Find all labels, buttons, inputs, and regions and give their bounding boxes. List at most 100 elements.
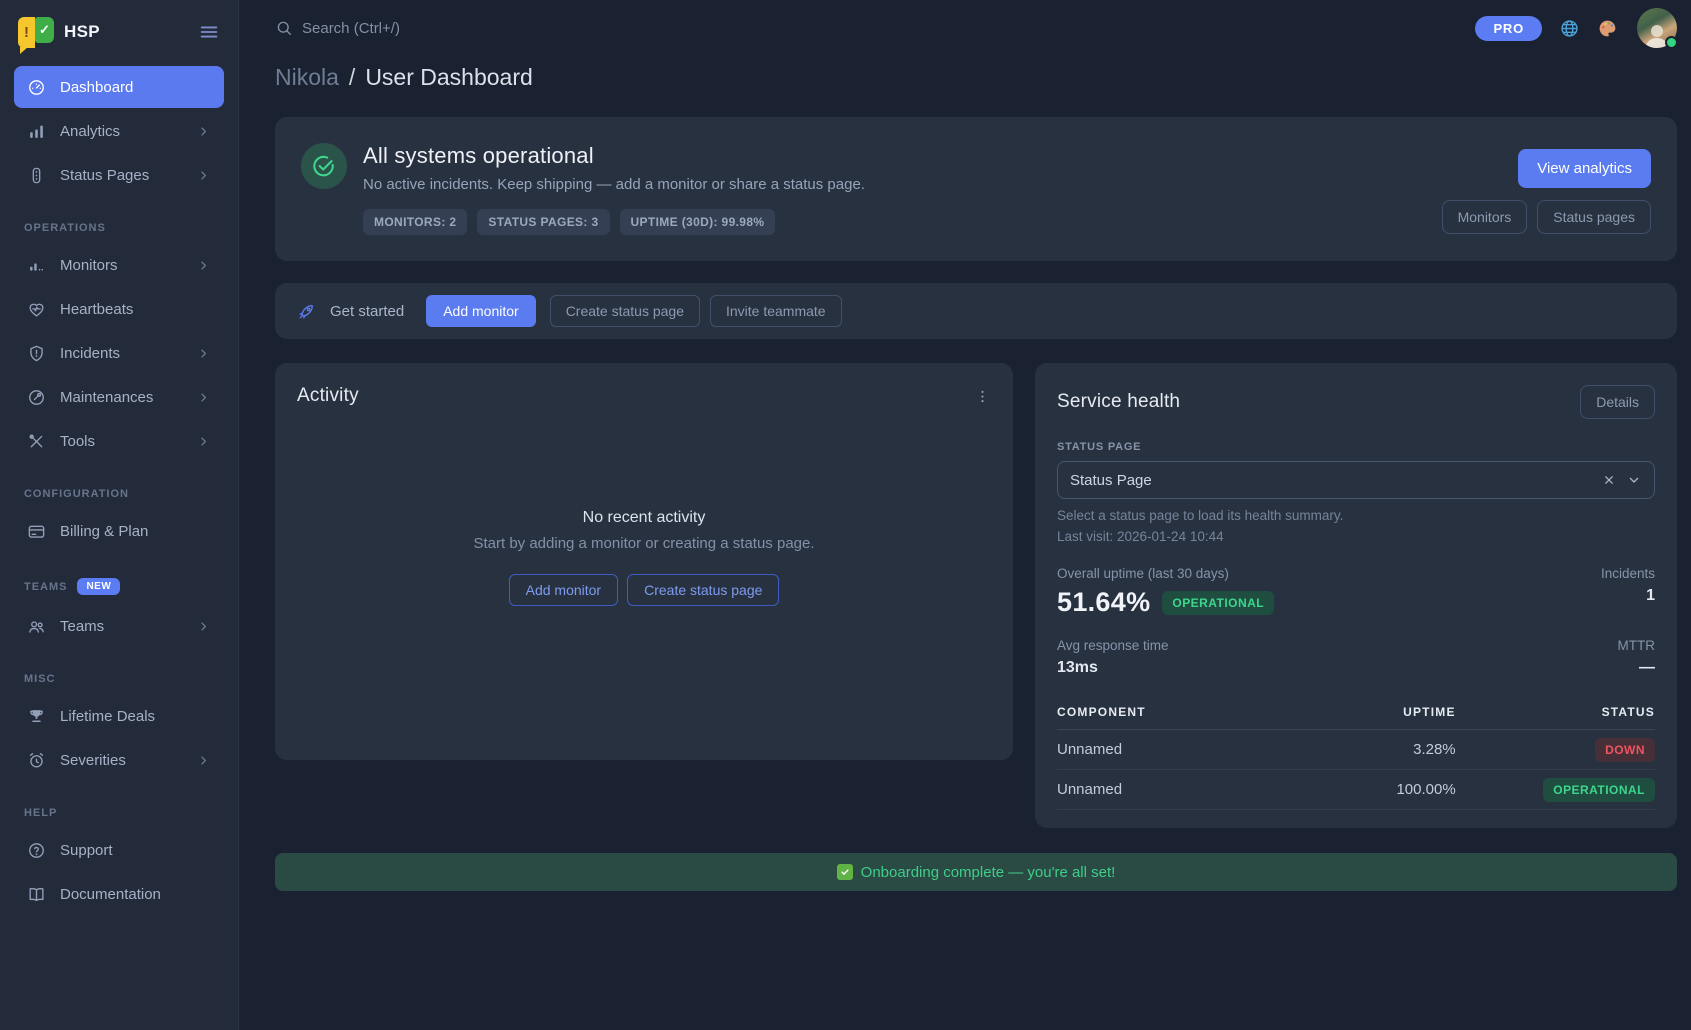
sidebar-item-label: Monitors: [60, 257, 182, 274]
sidebar-section-misc: MISC: [24, 673, 214, 685]
sidebar-item-support[interactable]: Support: [14, 829, 224, 871]
create-status-page-button[interactable]: Create status page: [550, 295, 700, 327]
topbar-actions: PRO: [1475, 8, 1677, 48]
incidents-label: Incidents: [1601, 566, 1655, 581]
breadcrumb-separator: /: [349, 64, 355, 91]
status-page-select[interactable]: Status Page: [1057, 461, 1655, 499]
tools-icon: [27, 432, 46, 451]
table-row: Unnamed3.28%DOWN: [1057, 730, 1655, 770]
search-input[interactable]: Search (Ctrl+/): [275, 19, 1475, 37]
sidebar-item-tools[interactable]: Tools: [14, 420, 224, 462]
sidebar-item-label: Teams: [60, 618, 182, 635]
sidebar-item-monitors[interactable]: Monitors: [14, 244, 224, 286]
get-started-label: Get started: [330, 303, 404, 320]
activity-empty-state: No recent activity Start by adding a mon…: [297, 377, 991, 738]
details-button[interactable]: Details: [1580, 385, 1655, 419]
table-row: Unnamed100.00%OPERATIONAL: [1057, 770, 1655, 810]
component-status: DOWN: [1456, 741, 1655, 758]
onboarding-banner-text: Onboarding complete — you're all set!: [861, 864, 1116, 881]
breadcrumb-parent[interactable]: Nikola: [275, 64, 339, 91]
new-badge: NEW: [77, 578, 120, 595]
status-stat-pills: MONITORS: 2STATUS PAGES: 3UPTIME (30D): …: [363, 209, 1426, 235]
main-content: Search (Ctrl+/) PRO Nikola / User Dashbo…: [239, 0, 1691, 1030]
status-page-select-label: STATUS PAGE: [1057, 441, 1655, 453]
view-analytics-button[interactable]: View analytics: [1518, 149, 1651, 188]
sidebar-item-label: Severities: [60, 752, 182, 769]
brand-logo-icon[interactable]: ! ✓: [18, 17, 54, 48]
incidents-value: 1: [1601, 587, 1655, 605]
sidebar-item-label: Dashboard: [60, 79, 211, 96]
invite-teammate-button[interactable]: Invite teammate: [710, 295, 842, 327]
stat-pill-uptime-30d: UPTIME (30D): 99.98%: [620, 209, 776, 235]
sidebar-item-status-pages[interactable]: Status Pages: [14, 154, 224, 196]
sidebar-item-analytics[interactable]: Analytics: [14, 110, 224, 152]
create-status-page-button[interactable]: Create status page: [627, 574, 779, 606]
status-subtitle: No active incidents. Keep shipping — add…: [363, 176, 1426, 193]
status-badge: OPERATIONAL: [1543, 778, 1655, 802]
sidebar-item-dashboard[interactable]: Dashboard: [14, 66, 224, 108]
user-avatar[interactable]: [1637, 8, 1677, 48]
components-table-header: COMPONENT UPTIME STATUS: [1057, 697, 1655, 730]
check-square-icon: [837, 864, 853, 880]
onboarding-banner: Onboarding complete — you're all set!: [275, 853, 1677, 891]
sidebar-item-label: Maintenances: [60, 389, 182, 406]
search-placeholder: Search (Ctrl+/): [302, 20, 400, 37]
avg-response-label: Avg response time: [1057, 638, 1169, 653]
add-monitor-button[interactable]: Add monitor: [426, 295, 535, 327]
page-title: User Dashboard: [365, 64, 532, 91]
search-icon: [275, 19, 293, 37]
globe-icon[interactable]: [1559, 18, 1580, 39]
status-pages-button[interactable]: Status pages: [1537, 200, 1651, 234]
add-monitor-button[interactable]: Add monitor: [509, 574, 618, 606]
sidebar-item-severities[interactable]: Severities: [14, 739, 224, 781]
sidebar-header: ! ✓ HSP: [14, 0, 224, 64]
column-header: COMPONENT: [1057, 705, 1286, 719]
sidebar-item-lifetime-deals[interactable]: Lifetime Deals: [14, 695, 224, 737]
monitors-button[interactable]: Monitors: [1442, 200, 1528, 234]
credit-card-icon: [27, 522, 46, 541]
chevron-right-icon: [196, 124, 211, 139]
component-name: Unnamed: [1057, 781, 1286, 798]
get-started-bar: Get started Add monitor Create status pa…: [275, 283, 1677, 339]
sidebar-item-maintenances[interactable]: Maintenances: [14, 376, 224, 418]
uptime-status-badge: OPERATIONAL: [1162, 591, 1274, 615]
heartbeat-icon: [27, 300, 46, 319]
sidebar-item-label: Incidents: [60, 345, 182, 362]
sidebar-section-teams: TEAMSNEW: [24, 578, 214, 595]
chevron-right-icon: [196, 619, 211, 634]
status-title: All systems operational: [363, 143, 1426, 169]
components-table: COMPONENT UPTIME STATUS Unnamed3.28%DOWN…: [1057, 697, 1655, 810]
sidebar-item-documentation[interactable]: Documentation: [14, 873, 224, 915]
clear-selection-icon[interactable]: [1602, 473, 1616, 487]
shield-alert-icon: [27, 344, 46, 363]
service-health-title: Service health: [1057, 391, 1180, 413]
users-icon: [27, 617, 46, 636]
select-helper-text: Select a status page to load its health …: [1057, 508, 1655, 523]
sidebar-item-heartbeats[interactable]: Heartbeats: [14, 288, 224, 330]
get-started-buttons: Create status page Invite teammate: [550, 295, 842, 327]
stat-pill-status-pages: STATUS PAGES: 3: [477, 209, 609, 235]
sidebar-item-label: Support: [60, 842, 211, 859]
hamburger-menu-icon[interactable]: [198, 21, 220, 43]
sidebar-item-billing-plan[interactable]: Billing & Plan: [14, 510, 224, 552]
pro-plan-badge[interactable]: PRO: [1475, 16, 1542, 41]
chevron-right-icon: [196, 346, 211, 361]
breadcrumb: Nikola / User Dashboard: [275, 64, 1677, 91]
sidebar-item-incidents[interactable]: Incidents: [14, 332, 224, 374]
empty-state-subtitle: Start by adding a monitor or creating a …: [473, 535, 814, 552]
check-circle-icon: [301, 143, 347, 189]
sidebar: ! ✓ HSP DashboardAnalyticsStatus PagesOP…: [0, 0, 239, 1030]
status-page-select-value: Status Page: [1070, 472, 1602, 489]
avg-response-value: 13ms: [1057, 659, 1169, 677]
rocket-icon: [297, 302, 316, 321]
component-uptime: 3.28%: [1286, 741, 1455, 758]
palette-icon[interactable]: [1597, 18, 1618, 39]
sidebar-item-label: Billing & Plan: [60, 523, 211, 540]
book-icon: [27, 885, 46, 904]
component-uptime: 100.00%: [1286, 781, 1455, 798]
sidebar-item-teams[interactable]: Teams: [14, 605, 224, 647]
component-status: OPERATIONAL: [1456, 781, 1655, 798]
chevron-down-icon[interactable]: [1626, 472, 1642, 488]
sidebar-item-label: Analytics: [60, 123, 182, 140]
chevron-right-icon: [196, 168, 211, 183]
